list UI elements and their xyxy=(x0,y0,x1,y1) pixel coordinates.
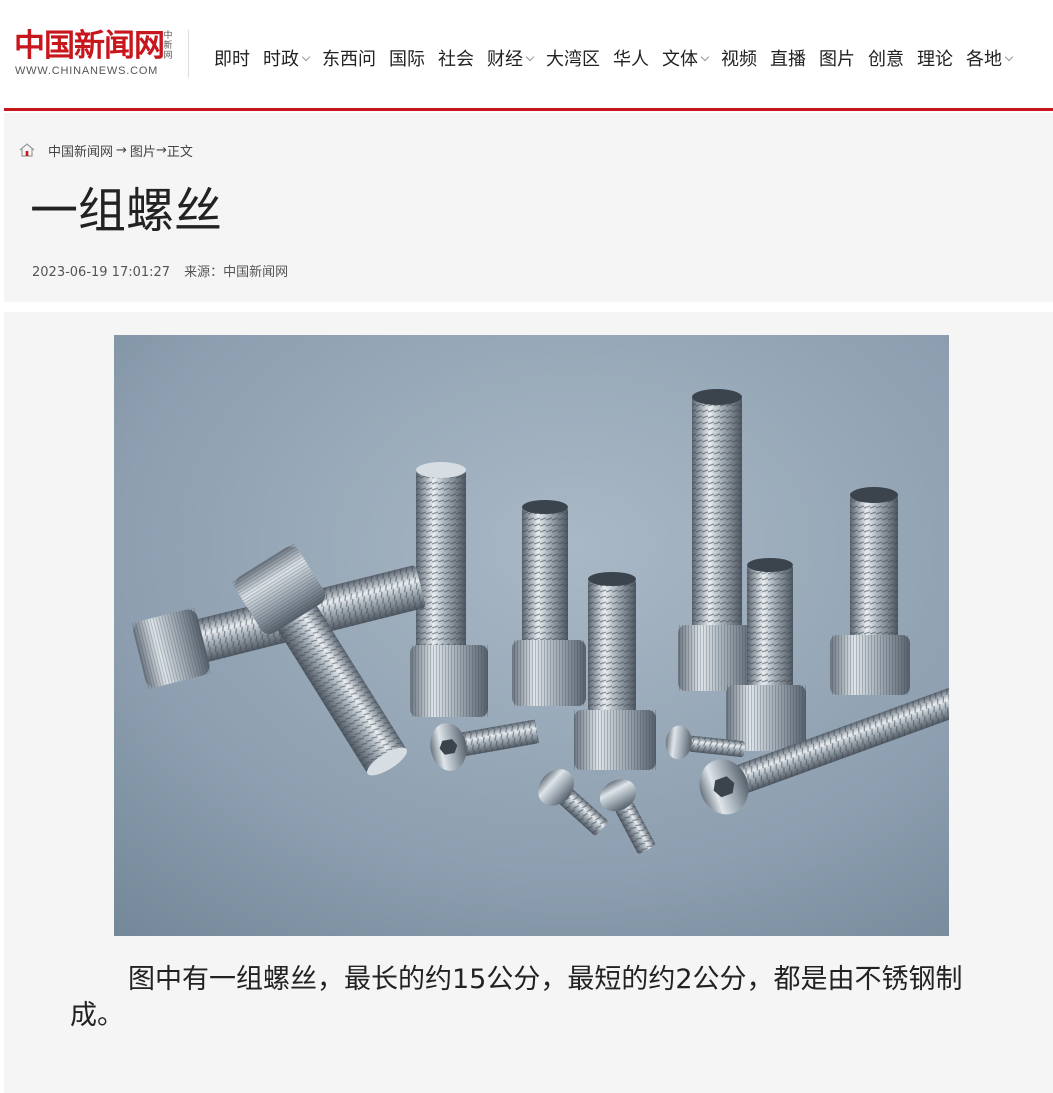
nav-item-dawanqu[interactable]: 大湾区 xyxy=(546,45,600,71)
nav-item-chuangyi[interactable]: 创意 xyxy=(868,45,904,71)
logo-name: 中国新闻网 xyxy=(14,28,165,64)
screws-photo xyxy=(114,335,949,936)
home-icon[interactable] xyxy=(18,142,36,158)
breadcrumb-current: 正文 xyxy=(166,144,193,160)
article-body: 图中有一组螺丝，最长的约15公分，最短的约2公分，都是由不锈钢制成。 xyxy=(4,312,1053,1093)
nav-item-zhibo[interactable]: 直播 xyxy=(770,45,806,71)
site-header: 中国新闻网 中新网 WWW.CHINANEWS.COM 即时 时政 东西问 国际… xyxy=(0,0,1053,108)
nav-item-shipin[interactable]: 视频 xyxy=(721,45,757,71)
chevron-down-icon xyxy=(301,52,311,61)
nav-item-guoji[interactable]: 国际 xyxy=(389,45,425,71)
nav-item-wenti[interactable]: 文体 xyxy=(662,45,710,71)
chevron-down-icon xyxy=(700,52,710,61)
page-title: 一组螺丝 xyxy=(30,183,223,239)
logo-seal: 中新网 xyxy=(163,31,173,61)
nav-item-huaren[interactable]: 华人 xyxy=(613,45,649,71)
nav-item-lilun[interactable]: 理论 xyxy=(917,45,953,71)
article-meta: 2023-06-19 17:01:27 来源：中国新闻网 xyxy=(32,261,288,280)
breadcrumb-separator: → xyxy=(116,142,127,158)
header-accent-line xyxy=(4,108,1053,111)
breadcrumb-separator: → xyxy=(155,142,167,158)
breadcrumb: 中国新闻网 → 图片 → 正文 xyxy=(18,141,193,160)
article-photo xyxy=(114,335,949,936)
main-nav: 即时 时政 东西问 国际 社会 财经 大湾区 华人 文体 视频 直播 图片 创意… xyxy=(214,44,1014,72)
photo-caption: 图中有一组螺丝，最长的约15公分，最短的约2公分，都是由不锈钢制成。 xyxy=(70,964,963,1031)
source-info: 来源：中国新闻网 xyxy=(184,265,288,280)
chevron-down-icon xyxy=(525,52,535,61)
site-logo[interactable]: 中国新闻网 中新网 WWW.CHINANEWS.COM xyxy=(14,28,184,80)
header-divider xyxy=(188,30,189,78)
nav-item-caijing[interactable]: 财经 xyxy=(487,45,535,71)
breadcrumb-photos[interactable]: 图片 xyxy=(130,141,156,160)
logo-url: WWW.CHINANEWS.COM xyxy=(15,65,159,77)
nav-item-jishi[interactable]: 即时 xyxy=(214,45,250,71)
nav-item-shizheng[interactable]: 时政 xyxy=(263,45,311,71)
nav-item-tupian[interactable]: 图片 xyxy=(819,45,855,71)
chevron-down-icon xyxy=(1004,52,1014,61)
source-label: 来源： xyxy=(184,265,224,280)
article-header: 中国新闻网 → 图片 → 正文 一组螺丝 2023-06-19 17:01:27… xyxy=(4,113,1053,302)
publish-datetime: 2023-06-19 17:01:27 xyxy=(32,265,171,280)
breadcrumb-home[interactable]: 中国新闻网 xyxy=(48,141,113,160)
source-name: 中国新闻网 xyxy=(223,265,289,280)
nav-item-gedi[interactable]: 各地 xyxy=(966,45,1014,71)
nav-item-shehui[interactable]: 社会 xyxy=(438,45,474,71)
nav-item-dongxiwen[interactable]: 东西问 xyxy=(322,45,376,71)
